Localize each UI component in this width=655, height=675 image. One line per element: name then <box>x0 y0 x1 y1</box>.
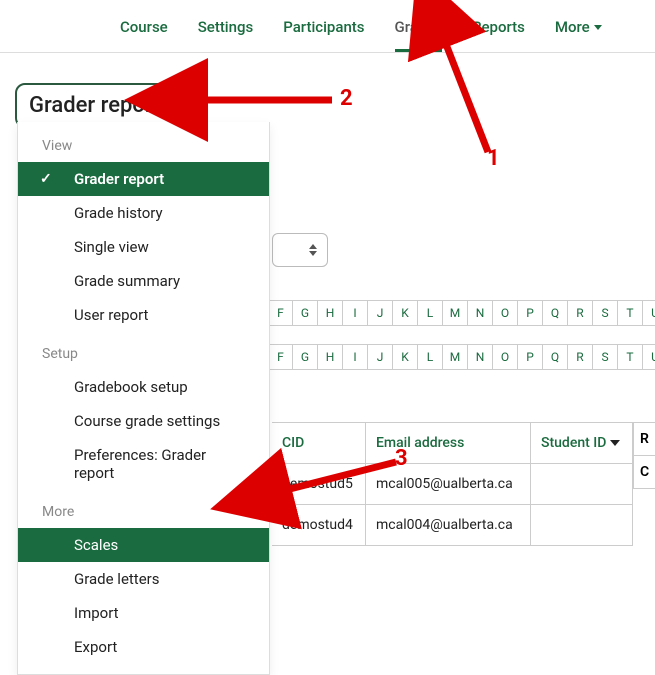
header-ccid[interactable]: CID <box>272 423 366 463</box>
table-row: demostud4 mcal004@ualberta.ca <box>272 505 633 546</box>
cell-student-id <box>531 505 633 545</box>
alpha-cell[interactable]: S <box>593 300 618 326</box>
alpha-cell[interactable]: P <box>518 344 543 370</box>
header-c: C <box>634 456 655 489</box>
alpha-cell[interactable]: M <box>443 344 468 370</box>
dropdown-item-grader-report[interactable]: ✓ Grader report <box>18 162 269 196</box>
table-header-row: CID Email address Student ID <box>272 423 633 464</box>
cell-ccid: demostud4 <box>272 505 366 545</box>
table-row: demostud5 mcal005@ualberta.ca <box>272 464 633 505</box>
alpha-cell[interactable]: U <box>643 344 655 370</box>
header-r: R <box>634 423 655 456</box>
top-nav: Course Settings Participants Grades Repo… <box>0 0 655 53</box>
alpha-cell[interactable]: L <box>418 300 443 326</box>
annotation-label-1: 1 <box>487 146 500 171</box>
cell-email: mcal005@ualberta.ca <box>366 464 531 504</box>
alpha-cell[interactable]: G <box>293 344 318 370</box>
alpha-cell[interactable]: R <box>568 300 593 326</box>
nav-more[interactable]: More <box>555 18 602 36</box>
alpha-cell[interactable]: T <box>618 300 643 326</box>
grades-table: CID Email address Student ID demostud5 m… <box>272 422 633 546</box>
alpha-cell[interactable]: J <box>368 300 393 326</box>
report-dropdown: View ✓ Grader report Grade history Singl… <box>17 122 270 675</box>
sort-select[interactable] <box>272 233 328 267</box>
alpha-cell[interactable]: G <box>293 300 318 326</box>
dropdown-item-course-grade-settings[interactable]: Course grade settings <box>18 404 269 438</box>
nav-grades[interactable]: Grades <box>395 18 443 36</box>
chevron-down-icon <box>167 103 177 109</box>
dropdown-item-gradebook-setup[interactable]: Gradebook setup <box>18 370 269 404</box>
alpha-cell[interactable]: I <box>343 344 368 370</box>
nav-course[interactable]: Course <box>120 18 168 36</box>
dropdown-item-import[interactable]: Import <box>18 596 269 630</box>
report-selector-label: Grader report <box>29 93 161 118</box>
alpha-cell[interactable]: H <box>318 300 343 326</box>
dropdown-item-single-view[interactable]: Single view <box>18 230 269 264</box>
dropdown-group-view: View <box>18 128 269 162</box>
alpha-cell[interactable]: K <box>393 300 418 326</box>
alpha-cell[interactable]: N <box>468 300 493 326</box>
cell-email: mcal004@ualberta.ca <box>366 505 531 545</box>
dropdown-item-grade-summary[interactable]: Grade summary <box>18 264 269 298</box>
alpha-cell[interactable]: U <box>643 300 655 326</box>
dropdown-item-grade-history[interactable]: Grade history <box>18 196 269 230</box>
check-icon: ✓ <box>40 171 52 187</box>
dropdown-item-user-report[interactable]: User report <box>18 298 269 332</box>
alpha-cell[interactable]: M <box>443 300 468 326</box>
alpha-cell[interactable]: F <box>268 344 293 370</box>
cell-ccid: demostud5 <box>272 464 366 504</box>
alpha-cell[interactable]: F <box>268 300 293 326</box>
dropdown-group-more: More <box>18 490 269 528</box>
firstname-filter-row: F G H I J K L M N O P Q R S T U <box>268 300 655 326</box>
nav-settings[interactable]: Settings <box>198 18 254 36</box>
alpha-cell[interactable]: K <box>393 344 418 370</box>
alpha-cell[interactable]: I <box>343 300 368 326</box>
dropdown-item-scales[interactable]: Scales <box>18 528 269 562</box>
dropdown-item-preferences[interactable]: Preferences: Grader report <box>18 438 269 490</box>
alpha-cell[interactable]: O <box>493 300 518 326</box>
sort-arrows-icon <box>309 244 317 256</box>
alpha-cell[interactable]: S <box>593 344 618 370</box>
alpha-cell[interactable]: T <box>618 344 643 370</box>
lastname-filter-row: F G H I J K L M N O P Q R S T U <box>268 344 655 370</box>
alpha-cell[interactable]: L <box>418 344 443 370</box>
right-column-headers: R C <box>633 422 655 489</box>
alpha-cell[interactable]: J <box>368 344 393 370</box>
alpha-cell[interactable]: Q <box>543 344 568 370</box>
alpha-cell[interactable]: N <box>468 344 493 370</box>
nav-reports[interactable]: Reports <box>472 18 525 36</box>
alpha-cell[interactable]: R <box>568 344 593 370</box>
chevron-down-icon <box>594 25 602 30</box>
nav-more-label: More <box>555 18 590 36</box>
dropdown-item-export[interactable]: Export <box>18 630 269 664</box>
dropdown-group-setup: Setup <box>18 332 269 370</box>
header-email[interactable]: Email address <box>366 423 531 463</box>
cell-student-id <box>531 464 633 504</box>
dropdown-item-grade-letters[interactable]: Grade letters <box>18 562 269 596</box>
alpha-cell[interactable]: P <box>518 300 543 326</box>
alpha-cell[interactable]: H <box>318 344 343 370</box>
alpha-cell[interactable]: Q <box>543 300 568 326</box>
nav-participants[interactable]: Participants <box>283 18 364 36</box>
alpha-cell[interactable]: O <box>493 344 518 370</box>
sort-desc-icon <box>610 440 620 446</box>
header-student-id[interactable]: Student ID <box>531 423 633 463</box>
